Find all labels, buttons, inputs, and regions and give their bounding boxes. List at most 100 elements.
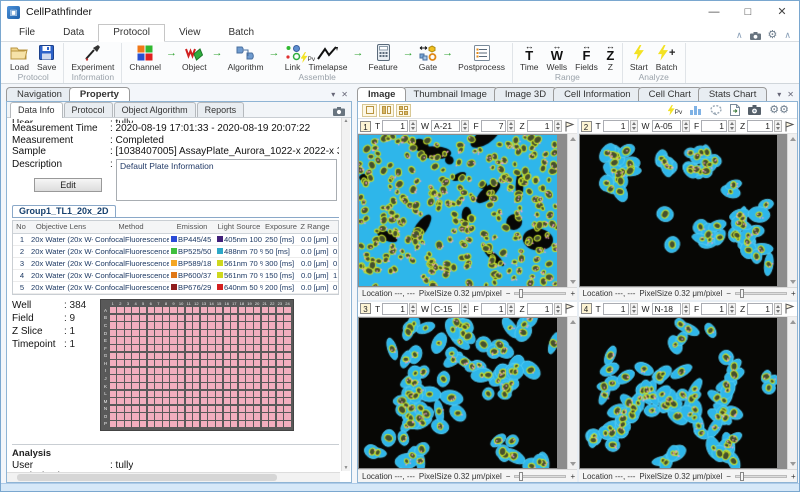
minimize-button[interactable]: — (697, 2, 731, 22)
property-hscrollbar[interactable] (7, 472, 340, 482)
well[interactable] (132, 353, 138, 359)
well[interactable] (117, 337, 123, 343)
image-vscrollbar[interactable] (567, 317, 577, 470)
snapshot-camera-icon[interactable] (333, 107, 345, 116)
well[interactable] (178, 307, 184, 313)
well[interactable] (193, 375, 199, 381)
well[interactable] (163, 391, 169, 397)
well[interactable] (186, 315, 192, 321)
well[interactable] (132, 383, 138, 389)
plate-map[interactable]: 123456789101112131415161718192021222324A… (100, 299, 294, 431)
well[interactable] (284, 315, 290, 321)
z-spinner[interactable] (774, 120, 782, 132)
zoom-out-button[interactable]: − (506, 289, 511, 298)
well[interactable] (132, 337, 138, 343)
well[interactable] (186, 322, 192, 328)
well[interactable] (186, 375, 192, 381)
well[interactable] (231, 360, 237, 366)
well[interactable] (284, 375, 290, 381)
zoom-slider[interactable] (735, 292, 787, 295)
well[interactable] (277, 391, 283, 397)
well[interactable] (132, 375, 138, 381)
well[interactable] (110, 360, 116, 366)
z-input[interactable]: 1 (747, 303, 773, 315)
well[interactable] (125, 337, 131, 343)
well[interactable] (117, 307, 123, 313)
well[interactable] (231, 353, 237, 359)
cell-image[interactable] (359, 135, 557, 286)
image-viewport-1[interactable] (358, 134, 577, 287)
well[interactable] (201, 322, 207, 328)
well[interactable] (117, 368, 123, 374)
start-button[interactable]: Start (626, 43, 652, 72)
well[interactable] (216, 413, 222, 419)
well[interactable] (262, 315, 268, 321)
well[interactable] (170, 307, 176, 313)
well[interactable] (231, 337, 237, 343)
well[interactable] (254, 383, 260, 389)
field-input[interactable]: 1 (481, 303, 507, 315)
image-vscrollbar[interactable] (567, 134, 577, 287)
well[interactable] (132, 413, 138, 419)
well[interactable] (163, 307, 169, 313)
well[interactable] (254, 307, 260, 313)
well[interactable] (178, 383, 184, 389)
well-spinner[interactable] (461, 120, 469, 132)
well-spinner[interactable] (461, 303, 469, 315)
well[interactable] (246, 315, 252, 321)
channel-table-row[interactable]: 120x Water (20x W-Y1)ConfocalFluorescenc… (13, 234, 338, 246)
well[interactable] (216, 406, 222, 412)
well[interactable] (178, 398, 184, 404)
well[interactable] (269, 345, 275, 351)
well[interactable] (224, 413, 230, 419)
well[interactable] (262, 360, 268, 366)
camera-icon[interactable] (750, 32, 761, 40)
well[interactable] (132, 345, 138, 351)
well[interactable] (269, 368, 275, 374)
well[interactable] (186, 391, 192, 397)
well[interactable] (201, 315, 207, 321)
well[interactable] (262, 345, 268, 351)
cell-image[interactable] (580, 135, 778, 286)
well[interactable] (110, 315, 116, 321)
tab-reports[interactable]: Reports (197, 102, 245, 117)
well[interactable] (148, 406, 154, 412)
well[interactable] (201, 307, 207, 313)
well[interactable] (140, 315, 146, 321)
well[interactable] (231, 391, 237, 397)
well[interactable] (186, 383, 192, 389)
well[interactable] (239, 307, 245, 313)
well[interactable] (178, 406, 184, 412)
well[interactable] (155, 360, 161, 366)
well[interactable] (110, 345, 116, 351)
well[interactable] (216, 398, 222, 404)
well[interactable] (170, 421, 176, 427)
well[interactable] (254, 368, 260, 374)
well[interactable] (254, 391, 260, 397)
well[interactable] (224, 391, 230, 397)
maximize-button[interactable]: □ (731, 2, 765, 22)
well[interactable] (125, 345, 131, 351)
well[interactable] (163, 353, 169, 359)
menu-tab-file[interactable]: File (5, 25, 49, 41)
column-header[interactable]: Z S (331, 222, 339, 231)
well[interactable] (170, 315, 176, 321)
well[interactable] (208, 315, 214, 321)
well[interactable] (140, 360, 146, 366)
well[interactable] (284, 421, 290, 427)
well[interactable] (224, 315, 230, 321)
well[interactable] (140, 330, 146, 336)
well-spinner[interactable] (682, 303, 690, 315)
well[interactable] (246, 330, 252, 336)
well[interactable] (239, 375, 245, 381)
z-input[interactable]: 1 (747, 120, 773, 132)
well[interactable] (246, 391, 252, 397)
well[interactable] (246, 360, 252, 366)
well[interactable] (277, 315, 283, 321)
well[interactable] (231, 383, 237, 389)
well[interactable] (140, 337, 146, 343)
well[interactable] (178, 413, 184, 419)
time-spinner[interactable] (630, 120, 638, 132)
well[interactable] (125, 383, 131, 389)
well[interactable] (201, 345, 207, 351)
